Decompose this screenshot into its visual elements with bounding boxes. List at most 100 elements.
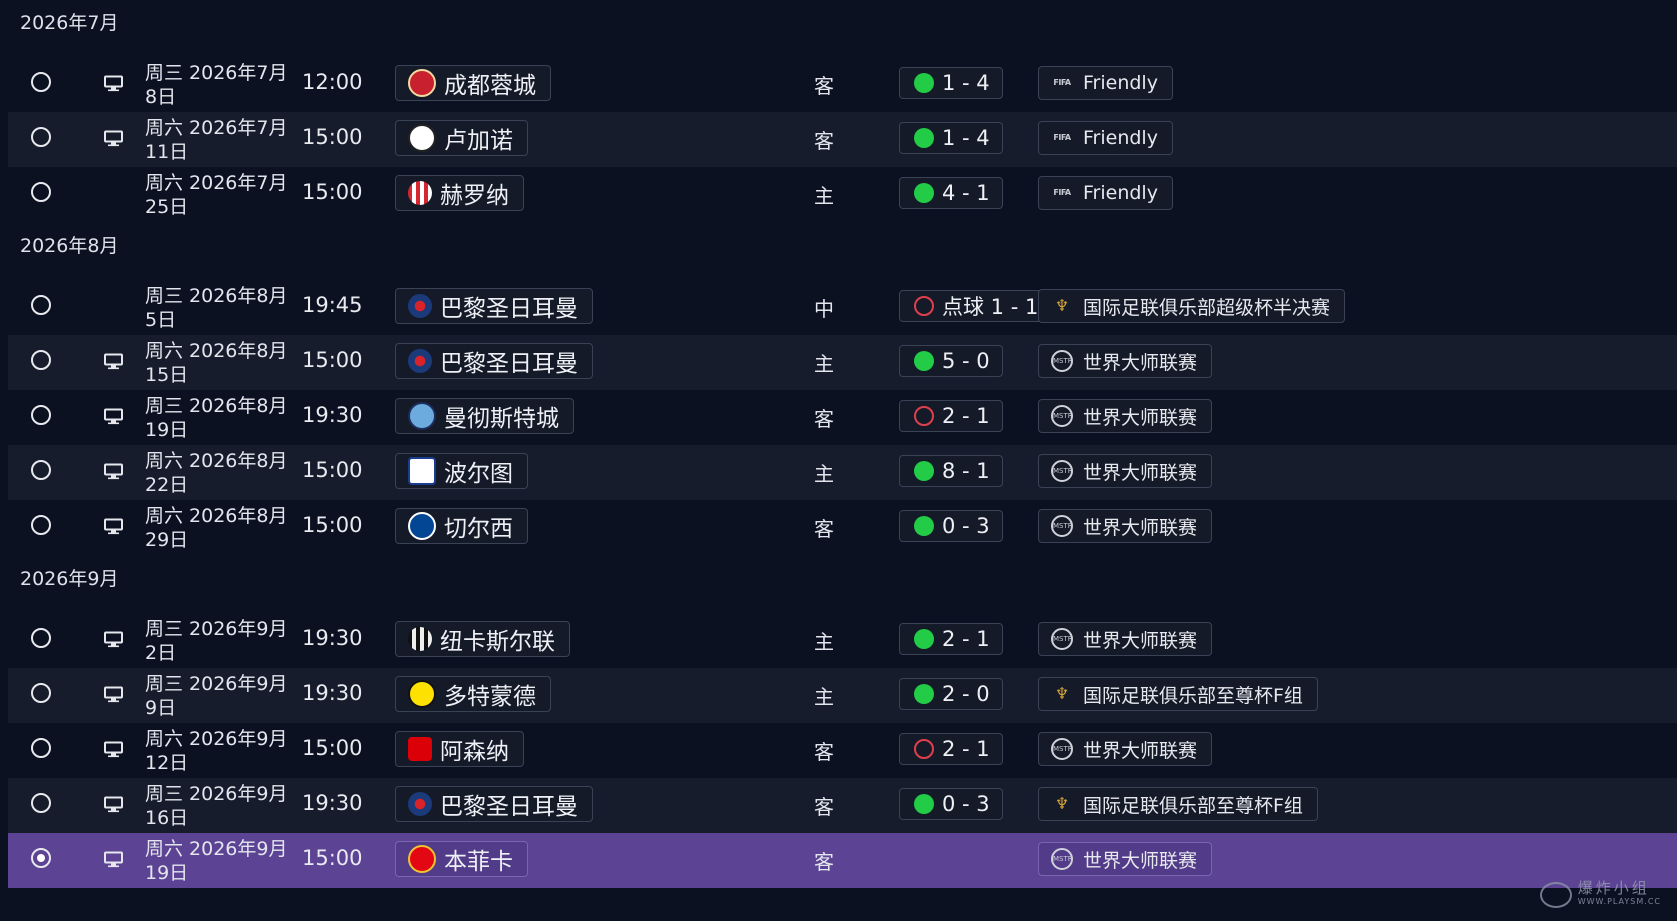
fixture-row[interactable]: 周三 2026年7月8日 12:00 成都蓉城 客 1 - 4 FIFA Friendly xyxy=(8,57,1677,112)
match-result[interactable]: 点球 1 - 1 xyxy=(899,290,1052,322)
match-result[interactable]: 5 - 0 xyxy=(899,345,1003,377)
kickoff-time: 15:00 xyxy=(302,348,363,372)
opponent-team[interactable]: 赫罗纳 xyxy=(395,175,524,211)
competition-name: 国际足联俱乐部至尊杯F组 xyxy=(1083,684,1303,707)
tv-broadcast-icon xyxy=(104,75,123,92)
chengdu-crest-icon xyxy=(408,69,436,97)
competition-name: 世界大师联赛 xyxy=(1083,739,1198,762)
opponent-team[interactable]: 本菲卡 xyxy=(395,841,528,877)
score-text: 2 - 1 xyxy=(942,737,990,761)
fixture-row[interactable]: 周三 2026年8月19日 19:30 曼彻斯特城 客 2 - 1 MSTR 世界大师联赛 xyxy=(8,390,1677,445)
competition-badge[interactable]: MSTR 世界大师联赛 xyxy=(1038,344,1213,378)
opponent-team[interactable]: 曼彻斯特城 xyxy=(395,398,574,434)
score-text: 2 - 0 xyxy=(942,682,990,706)
match-result[interactable]: 2 - 0 xyxy=(899,678,1003,710)
select-radio[interactable] xyxy=(31,72,51,92)
venue-label: 主 xyxy=(814,462,834,486)
masters-competition-icon: MSTR xyxy=(1051,628,1073,650)
select-radio[interactable] xyxy=(31,127,51,147)
fixture-row[interactable]: 周六 2026年8月29日 15:00 切尔西 客 0 - 3 MSTR 世界大师联赛 xyxy=(8,500,1677,555)
competition-badge[interactable]: ♆ 国际足联俱乐部至尊杯F组 xyxy=(1038,787,1318,821)
select-radio[interactable] xyxy=(31,848,51,868)
select-radio[interactable] xyxy=(31,405,51,425)
fixture-row[interactable]: 周三 2026年8月5日 19:45 巴黎圣日耳曼 中 点球 1 - 1 ♆ 国际足联俱乐部… xyxy=(8,280,1677,335)
opponent-name: 多特蒙德 xyxy=(444,684,536,710)
match-result[interactable]: 0 - 3 xyxy=(899,788,1003,820)
venue-label: 主 xyxy=(814,685,834,709)
competition-badge[interactable]: MSTR 世界大师联赛 xyxy=(1038,732,1213,766)
opponent-name: 卢加诺 xyxy=(444,128,513,154)
select-radio[interactable] xyxy=(31,350,51,370)
opponent-team[interactable]: 卢加诺 xyxy=(395,120,528,156)
competition-badge[interactable]: FIFA Friendly xyxy=(1038,66,1173,100)
match-result[interactable]: 0 - 3 xyxy=(899,510,1003,542)
kickoff-time: 15:00 xyxy=(302,180,363,204)
select-radio[interactable] xyxy=(31,460,51,480)
select-radio[interactable] xyxy=(31,793,51,813)
fifa-competition-icon: FIFA xyxy=(1053,188,1071,197)
competition-badge[interactable]: FIFA Friendly xyxy=(1038,176,1173,210)
select-radio[interactable] xyxy=(31,683,51,703)
fixture-row[interactable]: 周三 2026年9月9日 19:30 多特蒙德 主 2 - 0 ♆ 国际足联俱乐部至尊杯F组 xyxy=(8,668,1677,723)
match-result[interactable]: 2 - 1 xyxy=(899,733,1003,765)
fifa-competition-icon: FIFA xyxy=(1053,133,1071,142)
match-result[interactable]: 4 - 1 xyxy=(899,177,1003,209)
competition-name: 世界大师联赛 xyxy=(1083,516,1198,539)
match-date: 周六 2026年8月29日 xyxy=(145,505,288,551)
match-date: 周六 2026年9月12日 xyxy=(145,728,288,774)
win-indicator-icon xyxy=(914,128,934,148)
competition-badge[interactable]: MSTR 世界大师联赛 xyxy=(1038,399,1213,433)
opponent-team[interactable]: 多特蒙德 xyxy=(395,676,551,712)
opponent-team[interactable]: 波尔图 xyxy=(395,453,528,489)
score-text: 1 - 4 xyxy=(942,71,990,95)
watermark: 爆炸小组 WWW.PLAYSM.CC xyxy=(1539,881,1661,909)
select-radio[interactable] xyxy=(31,515,51,535)
kickoff-time: 19:30 xyxy=(302,626,363,650)
fixture-row[interactable]: 周六 2026年7月25日 15:00 赫罗纳 主 4 - 1 FIFA Friendly xyxy=(8,167,1677,222)
fixture-row[interactable]: 周三 2026年9月2日 19:30 纽卡斯尔联 主 2 - 1 MSTR 世界大师联赛 xyxy=(8,613,1677,668)
kickoff-time: 15:00 xyxy=(302,736,363,760)
opponent-team[interactable]: 巴黎圣日耳曼 xyxy=(395,288,593,324)
select-radio[interactable] xyxy=(31,295,51,315)
competition-name: 世界大师联赛 xyxy=(1083,406,1198,429)
opponent-team[interactable]: 巴黎圣日耳曼 xyxy=(395,786,593,822)
opponent-team[interactable]: 纽卡斯尔联 xyxy=(395,621,570,657)
match-result[interactable]: 8 - 1 xyxy=(899,455,1003,487)
select-radio[interactable] xyxy=(31,628,51,648)
competition-badge[interactable]: MSTR 世界大师联赛 xyxy=(1038,622,1213,656)
benfica-crest-icon xyxy=(408,845,436,873)
match-result[interactable]: 2 - 1 xyxy=(899,623,1003,655)
opponent-team[interactable]: 巴黎圣日耳曼 xyxy=(395,343,593,379)
select-radio[interactable] xyxy=(31,738,51,758)
competition-name: Friendly xyxy=(1083,127,1158,149)
venue-label: 客 xyxy=(814,129,834,153)
competition-badge[interactable]: MSTR 世界大师联赛 xyxy=(1038,509,1213,543)
win-indicator-icon xyxy=(914,73,934,93)
competition-badge[interactable]: ♆ 国际足联俱乐部超级杯半决赛 xyxy=(1038,289,1346,323)
competition-badge[interactable]: ♆ 国际足联俱乐部至尊杯F组 xyxy=(1038,677,1318,711)
arsenal-crest-icon xyxy=(408,737,432,761)
match-date: 周六 2026年8月15日 xyxy=(145,340,288,386)
opponent-team[interactable]: 成都蓉城 xyxy=(395,65,551,101)
fixture-row[interactable]: 周六 2026年9月19日 15:00 本菲卡 客 MSTR 世界大师联赛 xyxy=(8,833,1677,888)
month-spacer xyxy=(0,266,1677,280)
match-result[interactable]: 1 - 4 xyxy=(899,122,1003,154)
kickoff-time: 19:45 xyxy=(302,293,363,317)
fixture-row[interactable]: 周六 2026年7月11日 15:00 卢加诺 客 1 - 4 FIFA Friendly xyxy=(8,112,1677,167)
loss-indicator-icon xyxy=(914,739,934,759)
fixture-row[interactable]: 周三 2026年9月16日 19:30 巴黎圣日耳曼 客 0 - 3 ♆ 国际足联俱乐部至尊… xyxy=(8,778,1677,833)
competition-badge[interactable]: MSTR 世界大师联赛 xyxy=(1038,842,1213,876)
opponent-team[interactable]: 切尔西 xyxy=(395,508,528,544)
opponent-team[interactable]: 阿森纳 xyxy=(395,731,524,767)
select-radio[interactable] xyxy=(31,182,51,202)
match-result[interactable]: 1 - 4 xyxy=(899,67,1003,99)
fixture-row[interactable]: 周六 2026年9月12日 15:00 阿森纳 客 2 - 1 MSTR 世界大师联赛 xyxy=(8,723,1677,778)
competition-badge[interactable]: MSTR 世界大师联赛 xyxy=(1038,454,1213,488)
masters-competition-icon: MSTR xyxy=(1051,405,1073,427)
match-result[interactable]: 2 - 1 xyxy=(899,400,1003,432)
fixture-row[interactable]: 周六 2026年8月15日 15:00 巴黎圣日耳曼 主 5 - 0 MSTR 世界大师联赛 xyxy=(8,335,1677,390)
fixture-row[interactable]: 周六 2026年8月22日 15:00 波尔图 主 8 - 1 MSTR 世界大师联赛 xyxy=(8,445,1677,500)
venue-label: 客 xyxy=(814,850,834,874)
competition-badge[interactable]: FIFA Friendly xyxy=(1038,121,1173,155)
score-text: 1 - 4 xyxy=(942,126,990,150)
